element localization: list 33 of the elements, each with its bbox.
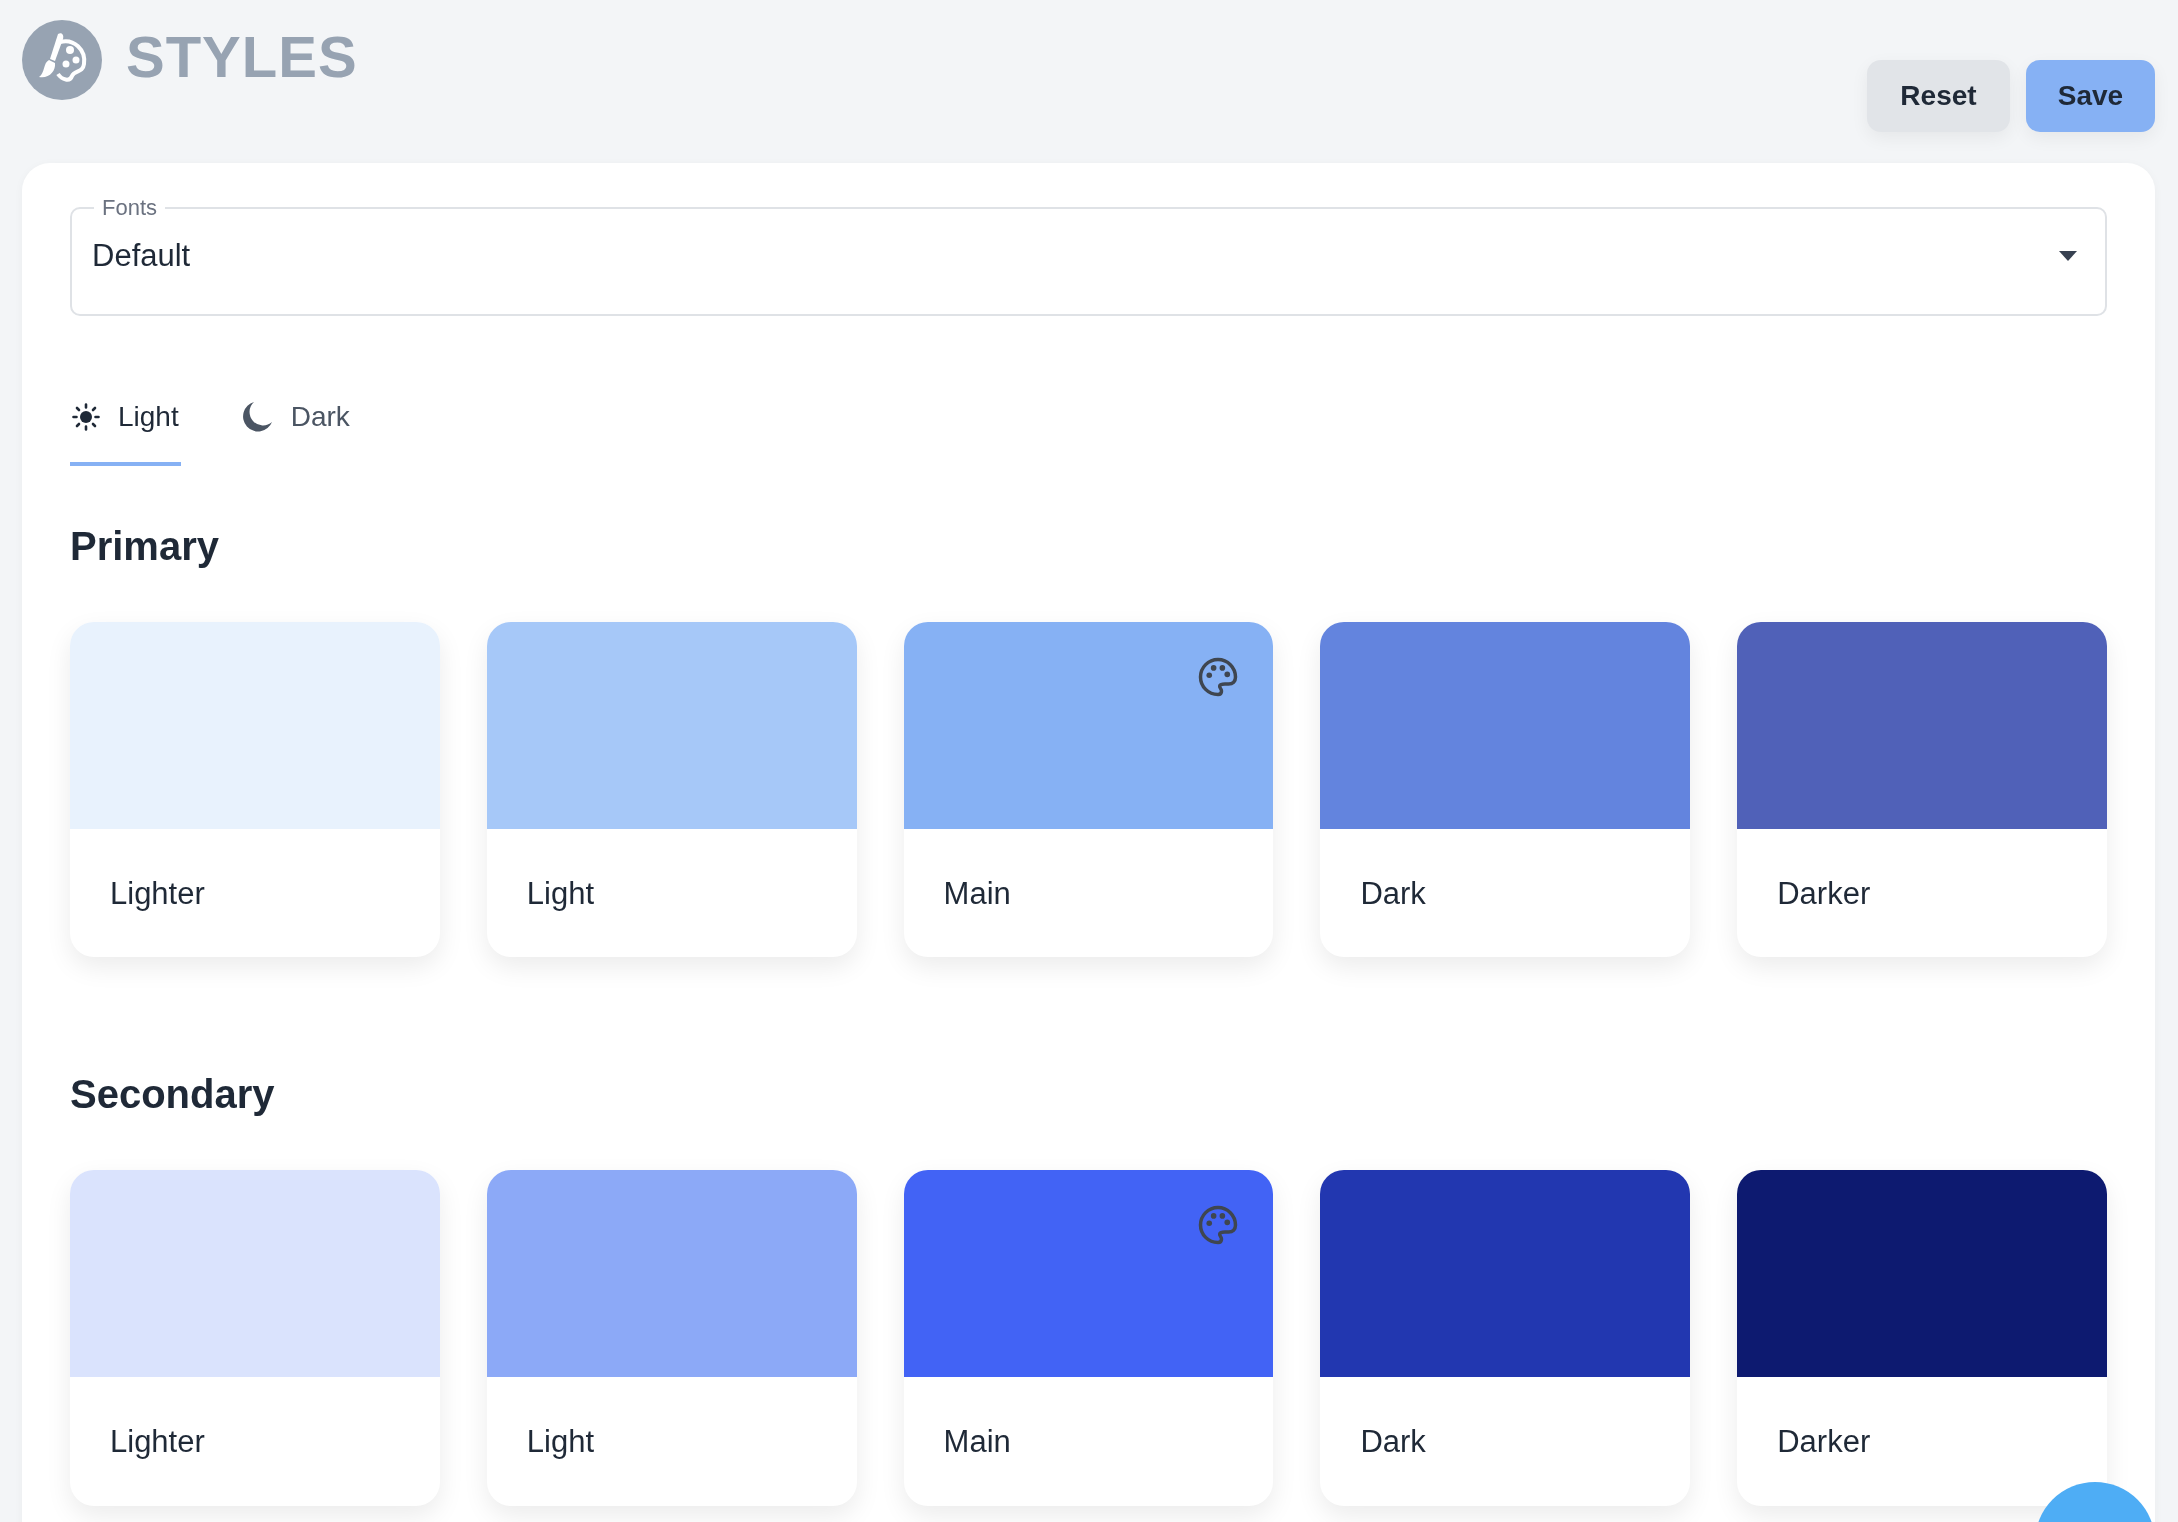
- page-title: STYLES: [126, 28, 358, 86]
- palette-icon[interactable]: [1197, 1204, 1240, 1246]
- sun-icon: [72, 402, 100, 431]
- dropdown-caret-icon: [2059, 251, 2077, 262]
- swatch-label: Light: [525, 1423, 596, 1461]
- swatch-label: Lighter: [109, 1423, 206, 1461]
- reset-button[interactable]: Reset: [1867, 60, 2010, 132]
- color-swatch-card[interactable]: Light: [486, 1170, 857, 1506]
- swatch-label: Dark: [1359, 1423, 1427, 1461]
- color-swatch-card[interactable]: Light: [486, 621, 857, 957]
- swatch-label: Dark: [1359, 874, 1427, 913]
- color-swatch-card[interactable]: Main: [903, 1170, 1274, 1506]
- theme-tab[interactable]: Dark: [238, 385, 352, 466]
- section-heading: Primary: [70, 522, 220, 570]
- color-swatch-card[interactable]: Darker: [1737, 621, 2107, 957]
- color-swatch-card[interactable]: Dark: [1320, 621, 1691, 957]
- swatch-label: Light: [525, 874, 596, 913]
- swatch-label: Main: [942, 1423, 1012, 1461]
- palette-icon[interactable]: [1197, 655, 1240, 698]
- save-button[interactable]: Save: [2026, 60, 2155, 132]
- color-swatch-card[interactable]: Main: [903, 621, 1274, 957]
- swatch-label: Main: [942, 874, 1012, 913]
- swatch-label: Darker: [1776, 874, 1872, 913]
- color-swatch-card[interactable]: Darker: [1737, 1170, 2107, 1506]
- fonts-select[interactable]: Fonts Default: [70, 197, 2107, 316]
- color-swatch-card[interactable]: Lighter: [70, 1170, 440, 1506]
- moon-icon: [240, 400, 273, 433]
- color-swatch-card[interactable]: Lighter: [70, 621, 440, 957]
- swatch-label: Darker: [1776, 1423, 1872, 1461]
- swatch-label: Lighter: [109, 874, 206, 913]
- color-swatch-card[interactable]: Dark: [1320, 1170, 1691, 1506]
- theme-tab[interactable]: Light: [70, 385, 181, 466]
- section-heading: Secondary: [70, 1071, 276, 1118]
